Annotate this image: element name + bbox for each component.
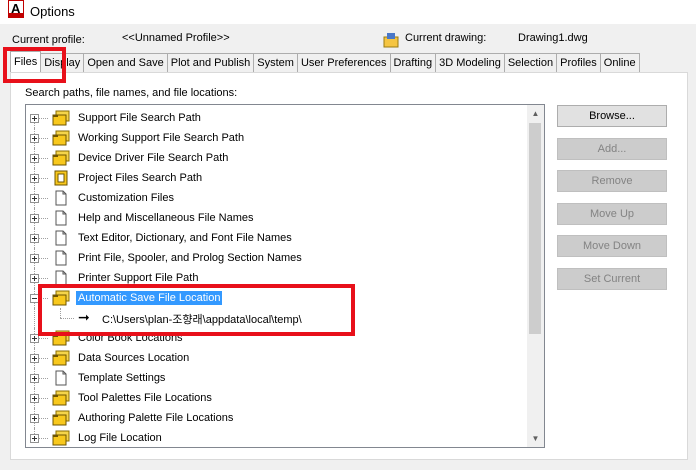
document-icon: [52, 210, 70, 226]
tab-online[interactable]: Online: [599, 53, 640, 72]
files-tab-panel: Search paths, file names, and file locat…: [10, 72, 688, 460]
tree-item[interactable]: Project Files Search Path: [26, 168, 526, 188]
tree-item[interactable]: Working Support File Search Path: [26, 128, 526, 148]
set-current-button[interactable]: Set Current: [557, 268, 667, 290]
title-bar: A Options: [0, 0, 696, 24]
document-icon: [52, 250, 70, 266]
browse-button[interactable]: Browse...: [557, 105, 667, 127]
tab-profiles[interactable]: Profiles: [556, 53, 601, 72]
expand-icon[interactable]: [30, 114, 39, 123]
tree-item-label: Data Sources Location: [78, 352, 190, 364]
tab-strip: Files Display Open and Save Plot and Pub…: [10, 51, 640, 73]
expand-icon[interactable]: [30, 274, 39, 283]
tree-item[interactable]: Tool Palettes File Locations: [26, 388, 526, 408]
tab-open-and-save[interactable]: Open and Save: [83, 53, 168, 72]
tree-item[interactable]: Support File Search Path: [26, 108, 526, 138]
tree-item-label: Customization Files: [78, 192, 174, 204]
document-icon: [52, 230, 70, 246]
expand-icon[interactable]: [30, 234, 39, 243]
tree-item-label: Support File Search Path: [78, 112, 201, 124]
expand-icon[interactable]: [30, 134, 39, 143]
current-drawing-value: Drawing1.dwg: [518, 32, 588, 44]
tree-item[interactable]: Print File, Spooler, and Prolog Section …: [26, 248, 526, 268]
folder-stack-icon: [52, 390, 70, 406]
tree-item-label: Working Support File Search Path: [78, 132, 245, 144]
tab-drafting[interactable]: Drafting: [389, 53, 437, 72]
tree-item[interactable]: Customization Files: [26, 188, 526, 208]
expand-icon[interactable]: [30, 154, 39, 163]
folder-stack-icon: [52, 350, 70, 366]
expand-icon[interactable]: [30, 434, 39, 443]
tree-item-label: Authoring Palette File Locations: [78, 412, 234, 424]
tree-item[interactable]: Log File Location: [26, 428, 526, 447]
expand-icon[interactable]: [30, 174, 39, 183]
tab-3d-modeling[interactable]: 3D Modeling: [435, 53, 505, 72]
tree-item-label: Device Driver File Search Path: [78, 152, 229, 164]
tree-item-label: Text Editor, Dictionary, and Font File N…: [78, 232, 292, 244]
tree-item-label: Printer Support File Path: [78, 272, 199, 284]
scroll-up-button[interactable]: ▲: [527, 105, 544, 122]
tree-item[interactable]: Template Settings: [26, 368, 526, 388]
current-profile-value: <<Unnamed Profile>>: [122, 32, 230, 44]
folder-stack-icon: [52, 150, 70, 166]
folder-stack-icon: [52, 410, 70, 426]
tab-plot-and-publish[interactable]: Plot and Publish: [166, 53, 255, 72]
files-tab-highlight: [3, 47, 66, 83]
panel-caption: Search paths, file names, and file locat…: [25, 87, 238, 99]
tree-item-label: Help and Miscellaneous File Names: [78, 212, 254, 224]
drawing-icon: [383, 33, 399, 48]
expand-icon[interactable]: [30, 214, 39, 223]
expand-icon[interactable]: [30, 394, 39, 403]
move-down-button[interactable]: Move Down: [557, 235, 667, 257]
tab-system[interactable]: System: [253, 53, 298, 72]
tree-item[interactable]: Device Driver File Search Path: [26, 148, 526, 168]
expand-icon[interactable]: [30, 414, 39, 423]
tree-item-label: Log File Location: [78, 432, 162, 444]
tree-item[interactable]: Data Sources Location: [26, 348, 526, 368]
tab-user-preferences[interactable]: User Preferences: [296, 53, 391, 72]
tree-item[interactable]: Help and Miscellaneous File Names: [26, 208, 526, 228]
tree-item[interactable]: Authoring Palette File Locations: [26, 408, 526, 428]
current-drawing-label: Current drawing:: [405, 32, 487, 44]
add-button[interactable]: Add...: [557, 138, 667, 160]
autosave-location-highlight: [38, 284, 355, 336]
tree-item-label: Template Settings: [78, 372, 166, 384]
move-up-button[interactable]: Move Up: [557, 203, 667, 225]
tree-item-label: Print File, Spooler, and Prolog Section …: [78, 252, 302, 264]
tree-item-label: Project Files Search Path: [78, 172, 203, 184]
folder-stack-icon: [52, 110, 70, 126]
vertical-scrollbar[interactable]: ▲ ▼: [527, 105, 544, 447]
profile-row: Current profile: <<Unnamed Profile>> Cur…: [0, 32, 696, 50]
scrollbar-thumb[interactable]: [529, 123, 541, 334]
window-title: Options: [30, 4, 75, 19]
folder-stack-icon: [52, 430, 70, 446]
expand-icon[interactable]: [30, 354, 39, 363]
expand-icon[interactable]: [30, 374, 39, 383]
expand-icon[interactable]: [30, 194, 39, 203]
scroll-down-button[interactable]: ▼: [527, 430, 544, 447]
tree-item[interactable]: Text Editor, Dictionary, and Font File N…: [26, 228, 526, 248]
document-icon: [52, 370, 70, 386]
file-locations-tree[interactable]: Support File Search Path Working Support …: [25, 104, 545, 448]
document-icon: [52, 190, 70, 206]
current-profile-label: Current profile:: [12, 34, 85, 46]
remove-button[interactable]: Remove: [557, 170, 667, 192]
tree-item-label: Tool Palettes File Locations: [78, 392, 212, 404]
tab-selection[interactable]: Selection: [503, 53, 558, 72]
project-files-icon: [52, 170, 70, 186]
autocad-app-icon: A: [8, 0, 24, 18]
folder-stack-icon: [52, 130, 70, 146]
expand-icon[interactable]: [30, 254, 39, 263]
